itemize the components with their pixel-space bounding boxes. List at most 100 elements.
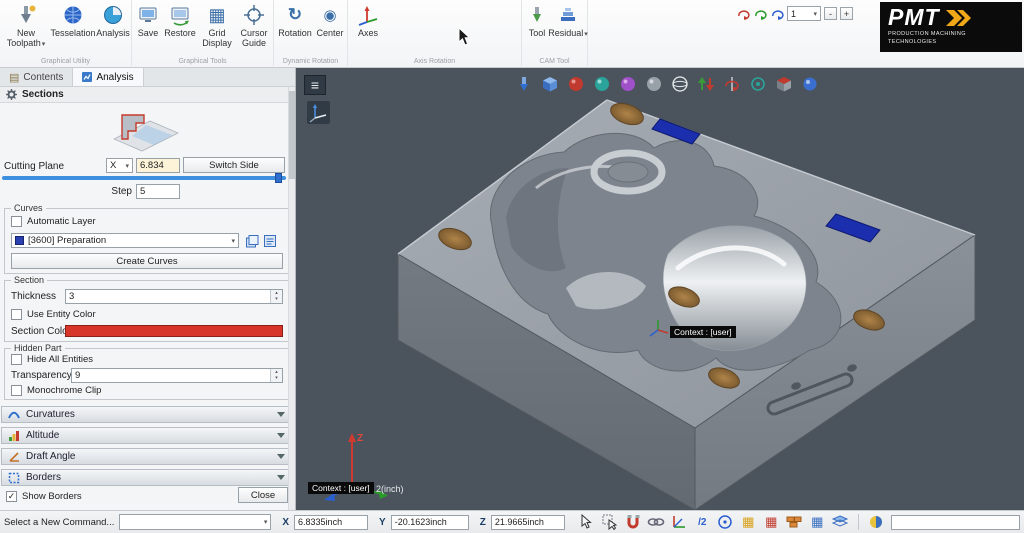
pointer-box-icon[interactable] [601,513,620,531]
tab-analysis[interactable]: Analysis [73,68,144,86]
thickness-spinner[interactable]: ▴ ▾ [270,290,282,303]
grid-blue-icon[interactable]: ▦ [808,513,827,531]
show-borders-checkbox[interactable]: ✓ Show Borders [6,491,82,502]
analysis-button[interactable]: Analysis [96,2,130,38]
viewport-menu-button[interactable]: ≡ [304,75,326,95]
x-coordinate-input[interactable]: 6.8335inch [294,514,369,530]
section-color-swatch[interactable] [65,325,283,337]
layer-color-swatch [15,236,24,245]
z-coordinate-input[interactable]: 21.9665inch [490,514,565,530]
checkbox-box[interactable] [11,354,22,365]
layer-settings-icon[interactable] [263,234,277,248]
x-coordinate-label: X [282,516,290,528]
updown-arrows-icon[interactable] [696,74,716,94]
transparency-input[interactable]: 9 ▴ ▾ [71,368,283,383]
rotate-z-icon[interactable] [770,7,784,21]
layer-select[interactable]: [3600] Preparation ▾ [11,233,239,248]
restore-button[interactable]: Restore [163,2,197,38]
rotate-y-icon[interactable] [753,7,767,21]
draft-angle-bar[interactable]: Draft Angle [1,448,292,465]
circle-snap-icon[interactable] [716,513,735,531]
tool-button[interactable]: Tool [524,2,550,38]
borders-bar[interactable]: Borders [1,469,292,486]
axis-orientation-button[interactable] [307,101,330,127]
new-toolpath-button[interactable]: New Toolpath▾ [3,2,49,49]
rotate-minus-button[interactable]: - [824,7,837,20]
grid-red-icon[interactable]: ▦ [762,513,781,531]
cursor-guide-button[interactable]: Cursor Guide [236,2,272,48]
spinner-down-icon[interactable]: ▾ [275,296,278,303]
panel-scrollbar[interactable] [288,87,295,510]
shaded-sphere-purple-icon[interactable] [618,74,638,94]
checkbox-box[interactable] [11,216,22,227]
curvatures-bar[interactable]: Curvatures [1,406,292,423]
world-axis-triad: Z [324,433,388,501]
sphere-blue-icon[interactable] [800,74,820,94]
center-button[interactable]: ◉ Center [314,2,346,38]
cad-model[interactable] [296,68,1024,510]
thickness-input[interactable]: 3 ▴ ▾ [65,289,283,304]
magnet-icon[interactable] [624,513,643,531]
grid-yellow-icon[interactable]: ▦ [739,513,758,531]
tesselation-button[interactable]: Tesselation [50,2,96,38]
chevron-down-icon [277,475,285,480]
measure-icon[interactable] [867,513,886,531]
cutting-plane-slider[interactable] [2,173,286,183]
axes-snap-icon[interactable] [670,513,689,531]
residual-button[interactable]: Residual▾ [548,2,588,39]
create-curves-button[interactable]: Create Curves [11,253,283,269]
select-pointer-icon[interactable] [578,513,597,531]
altitude-label: Altitude [26,430,60,441]
checkbox-box[interactable] [11,385,22,396]
rotate-x-icon[interactable] [736,7,750,21]
axes-button[interactable]: Axes [352,2,384,38]
panel-scrollbar-thumb[interactable] [289,91,295,179]
shaded-sphere-red-icon[interactable] [566,74,586,94]
half-distance-icon[interactable]: /2 [693,513,712,531]
spinner-down-icon[interactable]: ▾ [275,375,278,382]
altitude-icon [9,430,19,441]
cube-section-icon[interactable] [774,74,794,94]
switch-side-button[interactable]: Switch Side [183,157,285,173]
view-cube-icon[interactable] [540,74,560,94]
rotation-button[interactable]: ↻ Rotation [276,2,314,38]
rotation-angle-combobox[interactable]: 1 ▾ [787,6,821,21]
cutting-plane-value-input[interactable]: 6.834 [136,158,180,173]
bricks-icon[interactable] [785,513,804,531]
checkbox-box[interactable] [11,309,22,320]
show-borders-label: Show Borders [22,491,82,502]
tool-display-icon[interactable] [514,74,534,94]
cutting-plane-axis-select[interactable]: X ▾ [106,158,133,173]
sections-header[interactable]: Sections [0,87,295,103]
tab-contents[interactable]: ▤ Contents [0,68,74,86]
message-input[interactable] [890,514,1020,530]
shaded-sphere-teal-icon[interactable] [592,74,612,94]
target-point-icon[interactable] [748,74,768,94]
use-entity-color-checkbox[interactable]: Use Entity Color [11,309,96,320]
checkbox-box[interactable]: ✓ [6,491,17,502]
altitude-bar[interactable]: Altitude [1,427,292,444]
monochrome-clip-checkbox[interactable]: Monochrome Clip [11,385,101,396]
shaded-sphere-gray-icon[interactable] [644,74,664,94]
rotate-axis-icon[interactable] [722,74,742,94]
automatic-layer-checkbox[interactable]: Automatic Layer [11,216,96,227]
hide-all-entities-checkbox[interactable]: Hide All Entities [11,354,93,365]
layer-list-icon[interactable] [245,234,259,248]
slider-handle[interactable] [275,173,282,183]
close-button[interactable]: Close [238,487,288,503]
chain-link-icon[interactable] [647,513,666,531]
step-input[interactable]: 5 [136,184,180,199]
wireframe-sphere-icon[interactable] [670,74,690,94]
context-origin-label: Context : [user] [308,482,374,494]
save-button[interactable]: Save [134,2,162,38]
grid-glyph: ▦ [742,514,755,529]
layers-stack-icon[interactable] [831,513,850,531]
hidden-part-group-title: Hidden Part [11,343,65,353]
grid-display-button[interactable]: ▦ Grid Display [198,2,236,49]
y-coordinate-input[interactable]: -20.1623inch [390,514,469,530]
transparency-spinner[interactable]: ▴ ▾ [270,369,282,382]
command-combobox[interactable]: ▾ [119,514,272,530]
rotate-plus-button[interactable]: + [840,7,853,20]
viewport-3d[interactable]: ≡ Context : [user] Z Context : [user] 2(… [296,68,1024,510]
create-curves-label: Create Curves [116,255,178,267]
